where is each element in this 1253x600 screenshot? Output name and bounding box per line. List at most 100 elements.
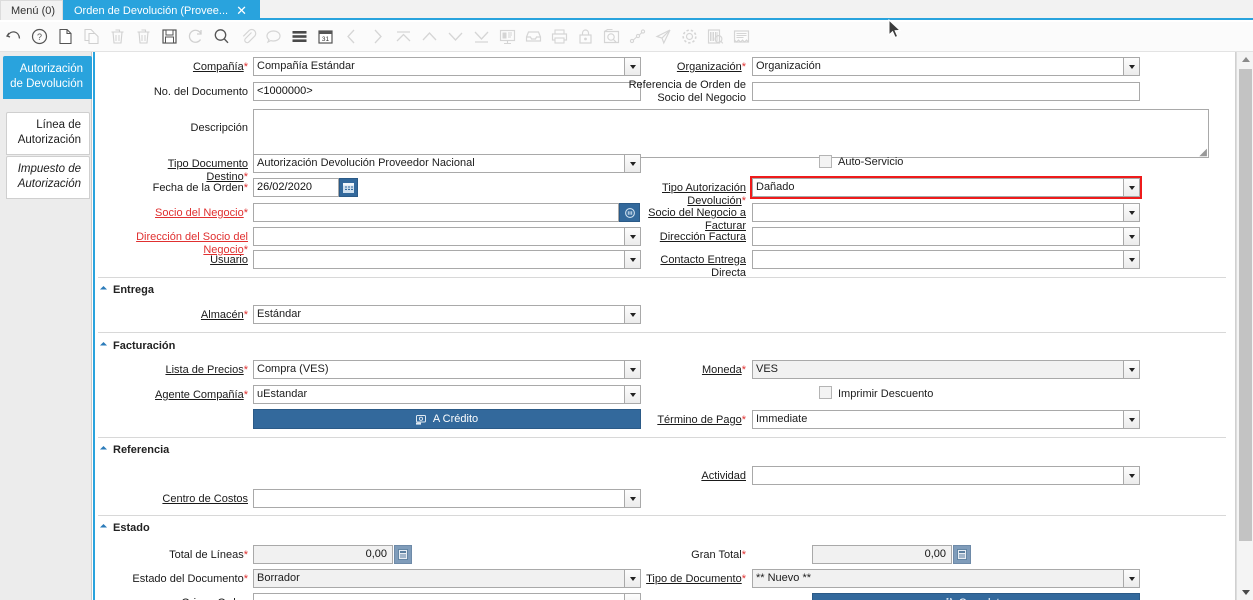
next-record-icon[interactable]	[364, 24, 390, 50]
vertical-scrollbar[interactable]	[1236, 52, 1253, 600]
tipo-autorizacion-combo[interactable]: Dañado	[750, 176, 1142, 199]
chevron-down-icon[interactable]	[624, 360, 641, 379]
imprimir-descuento-checkbox[interactable]	[819, 386, 832, 399]
help-icon[interactable]: ?	[26, 24, 52, 50]
tab-menu[interactable]: Menú (0)	[0, 0, 63, 20]
lista-precios-combo[interactable]: Compra (VES)	[253, 360, 641, 379]
contacto-entrega-value[interactable]	[752, 250, 1123, 269]
direccion-socio-combo[interactable]	[253, 227, 641, 246]
tab-orden-devolucion[interactable]: Orden de Devolución (Provee... ✕	[63, 0, 260, 20]
total-lineas-calc-button[interactable]	[394, 545, 412, 564]
chevron-down-icon[interactable]	[624, 385, 641, 404]
organizacion-combo[interactable]: Organización	[752, 57, 1140, 76]
send-icon[interactable]	[650, 24, 676, 50]
almacen-value[interactable]: Estándar	[253, 305, 624, 324]
actividad-value[interactable]	[752, 466, 1123, 485]
centro-costos-value[interactable]	[253, 489, 624, 508]
agente-compania-value[interactable]: uEstandar	[253, 385, 624, 404]
collapse-triangle-icon[interactable]	[99, 445, 108, 454]
chevron-down-icon[interactable]	[1123, 203, 1140, 222]
contacto-entrega-combo[interactable]	[752, 250, 1140, 269]
chevron-down-icon[interactable]	[1123, 250, 1140, 269]
last-record-icon[interactable]	[468, 24, 494, 50]
chevron-down-icon[interactable]	[624, 57, 641, 76]
actividad-combo[interactable]	[752, 466, 1140, 485]
section-header-referencia[interactable]: Referencia	[99, 444, 169, 456]
auto-servicio-checkbox[interactable]	[819, 155, 832, 168]
workflow-icon[interactable]	[624, 24, 650, 50]
barcode-icon[interactable]	[702, 24, 728, 50]
chevron-down-icon[interactable]	[624, 305, 641, 324]
scrollbar-thumb[interactable]	[1239, 69, 1252, 541]
scroll-up-button[interactable]	[1237, 52, 1253, 67]
down-record-icon[interactable]	[442, 24, 468, 50]
tipo-documento-value[interactable]: ** Nuevo **	[752, 569, 1123, 588]
chevron-down-icon[interactable]	[624, 154, 641, 173]
up-record-icon[interactable]	[416, 24, 442, 50]
direccion-socio-value[interactable]	[253, 227, 624, 246]
moneda-combo[interactable]: VES	[752, 360, 1140, 379]
resize-grip-icon[interactable]: ◢	[1199, 148, 1207, 158]
refresh-icon[interactable]	[182, 24, 208, 50]
report-icon[interactable]	[494, 24, 520, 50]
origen-orden-value[interactable]	[253, 593, 624, 600]
a-credito-button[interactable]: A Crédito	[253, 409, 641, 429]
usuario-value[interactable]	[253, 250, 624, 269]
new-record-icon[interactable]	[52, 24, 78, 50]
calendar-icon[interactable]: 31	[312, 24, 338, 50]
collapse-triangle-icon[interactable]	[99, 341, 108, 350]
tipo-doc-destino-value[interactable]: Autorización Devolución Proveedor Nacion…	[253, 154, 624, 173]
sidebar-item-impuesto-autorizacion[interactable]: Impuesto de Autorización	[6, 156, 90, 199]
zoom-across-icon[interactable]	[598, 24, 624, 50]
collapse-triangle-icon[interactable]	[99, 523, 108, 532]
lock-icon[interactable]	[572, 24, 598, 50]
save-icon[interactable]	[156, 24, 182, 50]
tipo-autorizacion-value[interactable]: Dañado	[752, 178, 1123, 197]
completar-button[interactable]: Completar	[812, 593, 1140, 600]
chevron-down-icon[interactable]	[1123, 569, 1140, 588]
chevron-down-icon[interactable]	[1123, 57, 1140, 76]
estado-documento-value[interactable]: Borrador	[253, 569, 624, 588]
prev-record-icon[interactable]	[338, 24, 364, 50]
chevron-down-icon[interactable]	[1123, 227, 1140, 246]
compania-combo[interactable]: Compañía Estándar	[253, 57, 641, 76]
chevron-down-icon[interactable]	[1123, 410, 1140, 429]
document-icon[interactable]	[728, 24, 754, 50]
chevron-down-icon[interactable]	[624, 489, 641, 508]
lista-precios-value[interactable]: Compra (VES)	[253, 360, 624, 379]
undo-icon[interactable]	[0, 24, 26, 50]
section-header-estado[interactable]: Estado	[99, 522, 150, 534]
direccion-factura-combo[interactable]	[752, 227, 1140, 246]
print-icon[interactable]	[546, 24, 572, 50]
delete-all-icon[interactable]	[130, 24, 156, 50]
first-record-icon[interactable]	[390, 24, 416, 50]
chevron-down-icon[interactable]	[1123, 360, 1140, 379]
estado-documento-combo[interactable]: Borrador	[253, 569, 641, 588]
termino-pago-value[interactable]: Immediate	[752, 410, 1123, 429]
calendar-picker-icon[interactable]	[339, 178, 358, 197]
compania-value[interactable]: Compañía Estándar	[253, 57, 624, 76]
sidebar-item-linea-autorizacion[interactable]: Línea de Autorización	[6, 112, 90, 155]
termino-pago-combo[interactable]: Immediate	[752, 410, 1140, 429]
centro-costos-combo[interactable]	[253, 489, 641, 508]
section-header-facturacion[interactable]: Facturación	[99, 340, 175, 352]
sidebar-item-autorizacion-devolucion[interactable]: Autorización de Devolución	[3, 56, 92, 99]
chevron-down-icon[interactable]	[624, 593, 641, 600]
origen-orden-combo[interactable]	[253, 593, 641, 600]
settings-icon[interactable]	[676, 24, 702, 50]
section-header-entrega[interactable]: Entrega	[99, 284, 154, 296]
tipo-documento-combo[interactable]: ** Nuevo **	[752, 569, 1140, 588]
socio-negocio-input[interactable]	[253, 203, 619, 222]
chevron-down-icon[interactable]	[624, 227, 641, 246]
agente-compania-combo[interactable]: uEstandar	[253, 385, 641, 404]
chevron-down-icon[interactable]	[1123, 178, 1140, 197]
almacen-combo[interactable]: Estándar	[253, 305, 641, 324]
moneda-value[interactable]: VES	[752, 360, 1123, 379]
tipo-doc-destino-combo[interactable]: Autorización Devolución Proveedor Nacion…	[253, 154, 641, 173]
fecha-orden-input[interactable]: 26/02/2020	[253, 178, 339, 197]
chevron-down-icon[interactable]	[1123, 466, 1140, 485]
socio-facturar-value[interactable]	[752, 203, 1123, 222]
close-icon[interactable]: ✕	[236, 4, 247, 17]
usuario-combo[interactable]	[253, 250, 641, 269]
organizacion-value[interactable]: Organización	[752, 57, 1123, 76]
